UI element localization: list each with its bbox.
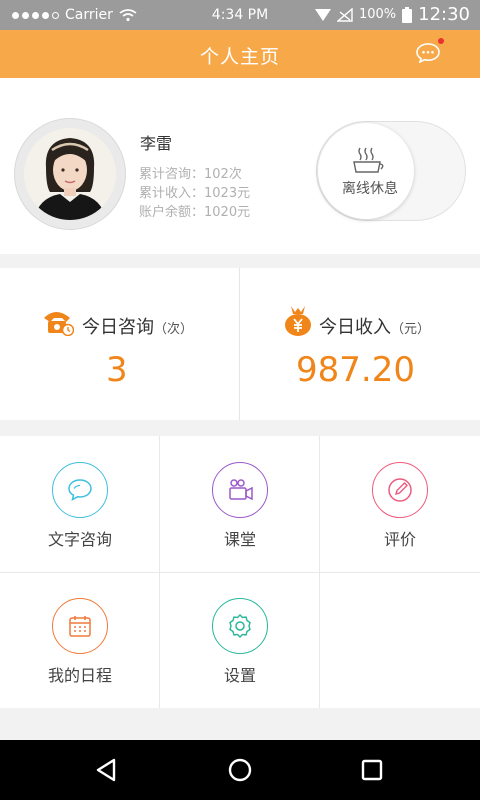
menu-text-consult[interactable]: 文字咨询 xyxy=(0,436,160,572)
today-stats: 今日咨询（次） 3 今日收入（元） 987.20 xyxy=(0,268,480,420)
today-consult-title: 今日咨询 xyxy=(82,317,154,338)
calendar-icon xyxy=(52,598,108,654)
status-bar: Carrier 4:34 PM 100% 12:30 xyxy=(0,0,480,30)
money-bag-icon xyxy=(285,306,311,336)
page-title: 个人主页 xyxy=(199,46,280,68)
menu-label: 设置 xyxy=(223,666,256,685)
recents-icon[interactable] xyxy=(356,754,388,786)
menu-settings[interactable]: 设置 xyxy=(160,572,320,708)
system-nav-bar xyxy=(0,740,480,800)
feature-grid: 文字咨询 课堂 评价 我的日程 设置 xyxy=(0,436,480,708)
app-header: 个人主页 xyxy=(0,30,480,78)
coffee-cup-icon xyxy=(353,147,384,173)
today-consult-value: 3 xyxy=(106,350,128,390)
pencil-icon xyxy=(372,462,428,518)
profile-name: 李雷 xyxy=(140,134,173,153)
stat-total-consults: 累计咨询：102次 xyxy=(139,167,242,182)
stat-account-balance: 账户余额：1020元 xyxy=(139,205,251,220)
menu-review[interactable]: 评价 xyxy=(320,436,480,572)
chat-bubble-icon xyxy=(52,462,108,518)
today-income-value: 987.20 xyxy=(296,350,415,390)
wifi-signal-icon xyxy=(314,8,331,21)
today-income-label: 今日收入（元） xyxy=(319,313,430,339)
cell-signal-icon xyxy=(336,7,353,22)
message-icon[interactable] xyxy=(416,43,440,63)
menu-label: 课堂 xyxy=(223,530,256,549)
stats-divider xyxy=(239,268,240,420)
stat-total-income: 累计收入：1023元 xyxy=(139,186,251,201)
battery-percent: 100% xyxy=(358,7,397,22)
today-consult-label: 今日咨询（次） xyxy=(82,313,193,339)
battery-icon xyxy=(402,6,413,23)
today-income-title: 今日收入 xyxy=(319,317,391,338)
status-right: 100% 12:30 xyxy=(314,4,470,25)
gear-icon xyxy=(212,598,268,654)
home-icon[interactable] xyxy=(224,754,256,786)
status-toggle-label: 离线休息 xyxy=(342,181,398,197)
profile-card: 李雷 累计咨询：102次 累计收入：1023元 账户余额：1020元 离线休息 xyxy=(0,78,480,254)
menu-classroom[interactable]: 课堂 xyxy=(160,436,320,572)
menu-label: 评价 xyxy=(383,530,416,549)
menu-label: 文字咨询 xyxy=(47,530,112,549)
status-clock: 12:30 xyxy=(418,4,470,25)
today-consult-unit: （次） xyxy=(154,322,194,337)
video-camera-icon xyxy=(212,462,268,518)
avatar[interactable] xyxy=(24,128,116,220)
back-icon[interactable] xyxy=(92,754,124,786)
unread-badge xyxy=(438,38,444,44)
phone-icon xyxy=(44,312,74,336)
menu-label: 我的日程 xyxy=(47,666,112,685)
today-income-unit: （元） xyxy=(391,322,431,337)
menu-my-schedule[interactable]: 我的日程 xyxy=(0,572,160,708)
